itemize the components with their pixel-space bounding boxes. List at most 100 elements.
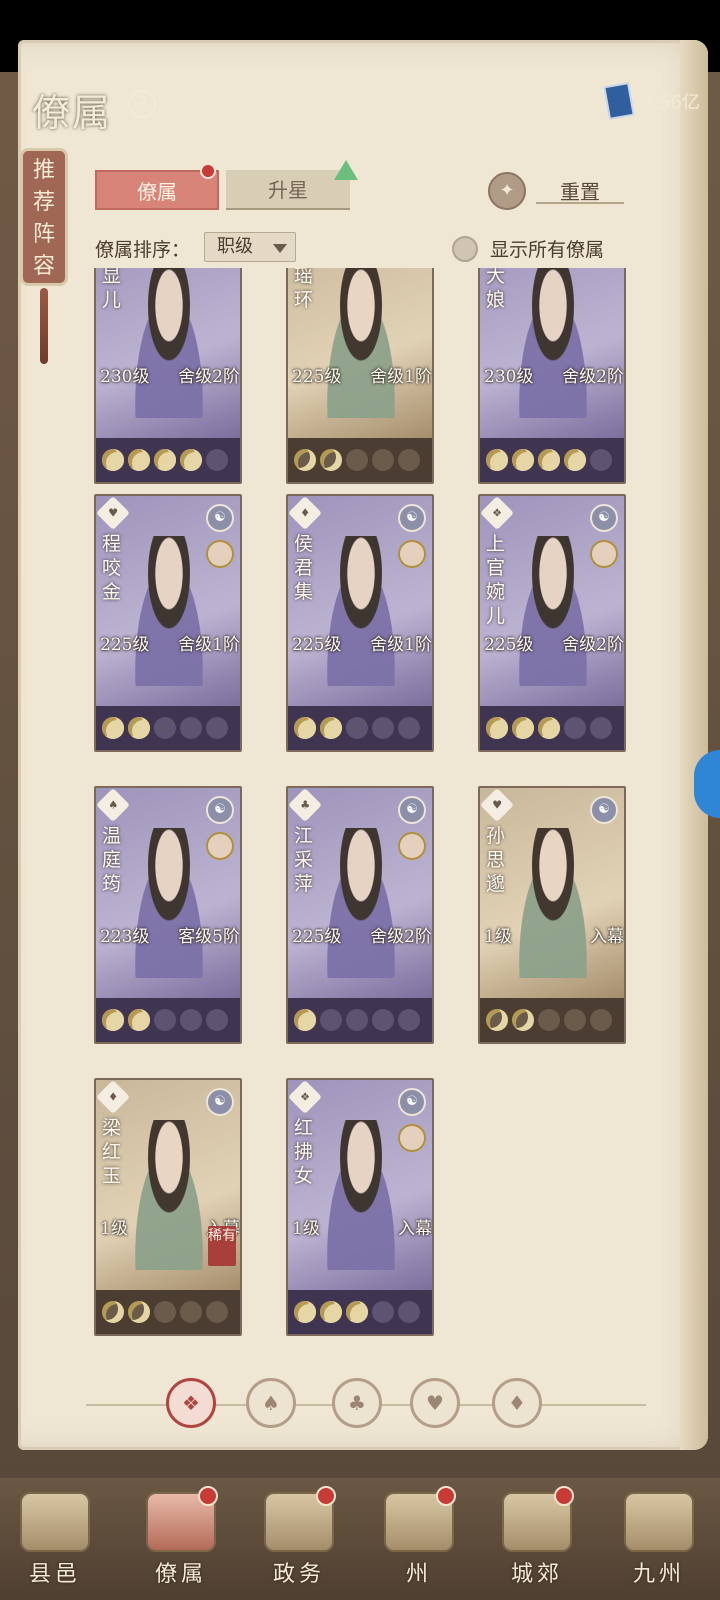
moon-star-filled-icon bbox=[346, 1301, 368, 1323]
tab-subordinates[interactable]: 僚属 bbox=[95, 170, 219, 210]
subordinate-card[interactable]: ♥ ☯ 孙思邈 1级 入幕 bbox=[478, 786, 626, 1044]
level-text: 225级 bbox=[100, 635, 150, 655]
subordinate-card[interactable]: ♥ ☯ 程咬金 225级 舍级1阶 bbox=[94, 494, 242, 752]
moon-star-filled-icon bbox=[128, 449, 150, 471]
level-text: 225级 bbox=[292, 367, 342, 387]
moon-star-filled-icon bbox=[128, 1009, 150, 1031]
page-title: 僚属 bbox=[32, 91, 113, 135]
reset-icon[interactable]: ✦ bbox=[488, 172, 526, 210]
role-emblem-icon: ☯ bbox=[206, 504, 234, 532]
moon-star-filled-icon bbox=[486, 717, 508, 739]
subordinate-card[interactable]: 瑶环 225级 舍级1阶 bbox=[286, 268, 434, 484]
nav-suburbs[interactable]: 城郊 bbox=[482, 1486, 592, 1596]
portrait-figure bbox=[510, 536, 596, 686]
subordinate-name: 程咬金 bbox=[102, 533, 122, 603]
subordinate-name: 瑶环 bbox=[294, 268, 314, 311]
portrait-figure bbox=[318, 1120, 404, 1270]
subordinate-card[interactable]: ❖ ☯ 上官婉儿 225级 舍级2阶 bbox=[478, 494, 626, 752]
moon-star-empty-icon bbox=[206, 717, 228, 739]
rank-text: 舍级2阶 bbox=[178, 367, 240, 387]
rank-text: 入幕 bbox=[590, 927, 624, 947]
subordinate-name: 江采萍 bbox=[294, 825, 314, 895]
moon-star-filled-icon bbox=[320, 449, 342, 471]
moon-star-empty-icon bbox=[372, 449, 394, 471]
moon-star-empty-icon bbox=[206, 449, 228, 471]
moon-star-filled-icon bbox=[102, 1301, 124, 1323]
filter-bell-icon[interactable]: ♠ bbox=[246, 1378, 296, 1428]
help-icon[interactable]: ? bbox=[128, 90, 156, 118]
subordinate-card[interactable]: 大娘 230级 舍级2阶 bbox=[478, 268, 626, 484]
nav-subordinates[interactable]: 僚属 bbox=[126, 1486, 236, 1596]
level-row: 1级 入幕 bbox=[292, 1214, 432, 1239]
moon-star-filled-icon bbox=[128, 717, 150, 739]
subordinate-card[interactable]: ♦ ☯ 侯君集 225级 舍级1阶 bbox=[286, 494, 434, 752]
moon-star-empty-icon bbox=[538, 1009, 560, 1031]
currency-value: 3.56亿 bbox=[641, 92, 700, 113]
subordinate-card[interactable]: ♦☯梁红玉1级入幕稀有 bbox=[94, 1078, 242, 1336]
tab-star-upgrade[interactable]: 升星 bbox=[226, 170, 350, 210]
subordinate-card[interactable]: ❖ ☯ 红拂女 1级 入幕 bbox=[286, 1078, 434, 1336]
rank-text: 舍级2阶 bbox=[562, 635, 624, 655]
star-row bbox=[288, 706, 432, 750]
nav-prefecture[interactable]: 州 bbox=[364, 1486, 474, 1596]
rank-text: 舍级2阶 bbox=[562, 367, 624, 387]
star-row bbox=[96, 998, 240, 1042]
portrait-figure bbox=[126, 828, 212, 978]
filter-fan-icon[interactable]: ♥ bbox=[410, 1378, 460, 1428]
subordinate-card[interactable]: ♣ ☯ 江采萍 225级 舍级2阶 bbox=[286, 786, 434, 1044]
moon-star-empty-icon bbox=[154, 717, 176, 739]
star-row bbox=[480, 998, 624, 1042]
reset-button[interactable]: 重置 bbox=[536, 176, 624, 204]
filter-lion-icon[interactable]: ♦ bbox=[492, 1378, 542, 1428]
companion-avatar bbox=[206, 540, 234, 568]
nav-label: 九州 bbox=[632, 1562, 685, 1587]
notification-dot bbox=[316, 1486, 336, 1506]
role-emblem-icon: ☯ bbox=[398, 796, 426, 824]
level-row: 225级 舍级2阶 bbox=[292, 922, 432, 947]
moon-star-filled-icon bbox=[512, 717, 534, 739]
level-text: 230级 bbox=[484, 367, 534, 387]
companion-avatar bbox=[398, 540, 426, 568]
show-all-checkbox[interactable] bbox=[452, 236, 478, 262]
moon-star-empty-icon bbox=[154, 1009, 176, 1031]
filter-gourd-icon[interactable]: ♣ bbox=[332, 1378, 382, 1428]
star-row bbox=[480, 438, 624, 482]
level-text: 223级 bbox=[100, 927, 150, 947]
nav-affairs[interactable]: 政务 bbox=[244, 1486, 354, 1596]
notification-dot bbox=[436, 1486, 456, 1506]
subordinate-name: 红拂女 bbox=[294, 1117, 314, 1187]
subordinate-name: 显儿 bbox=[102, 268, 122, 311]
upgrade-arrow-icon bbox=[334, 160, 358, 180]
moon-star-empty-icon bbox=[346, 717, 368, 739]
rank-text: 入幕 bbox=[398, 1219, 432, 1239]
moon-star-empty-icon bbox=[154, 1301, 176, 1323]
subordinate-card[interactable]: 显儿 230级 舍级2阶 bbox=[94, 268, 242, 484]
recommend-lineup-button[interactable]: 推荐阵容 bbox=[20, 148, 68, 286]
star-row bbox=[288, 998, 432, 1042]
nav-county[interactable]: 县邑 bbox=[0, 1486, 110, 1596]
notification-dot bbox=[554, 1486, 574, 1506]
star-row bbox=[480, 706, 624, 750]
notification-dot bbox=[198, 1486, 218, 1506]
moon-star-filled-icon bbox=[320, 1301, 342, 1323]
moon-star-filled-icon bbox=[512, 1009, 534, 1031]
category-filter-row: ❖ ♠ ♣ ♥ ♦ bbox=[86, 1376, 646, 1432]
nav-label: 县邑 bbox=[28, 1562, 81, 1587]
companion-avatar bbox=[590, 540, 618, 568]
subordinate-grid[interactable]: 显儿 230级 舍级2阶 瑶环 225级 舍级1阶 大娘 230级 舍级2阶 ♥ ☯ 程咬金 225级舍… bbox=[94, 268, 634, 1348]
filter-all-icon[interactable]: ❖ bbox=[166, 1378, 216, 1428]
companion-avatar bbox=[398, 832, 426, 860]
level-text: 1级 bbox=[100, 1219, 128, 1239]
level-text: 1级 bbox=[484, 927, 512, 947]
moon-star-empty-icon bbox=[398, 1301, 420, 1323]
nav-label: 城郊 bbox=[510, 1562, 563, 1587]
moon-star-filled-icon bbox=[154, 449, 176, 471]
subordinate-name: 大娘 bbox=[486, 268, 506, 311]
moon-star-empty-icon bbox=[372, 1301, 394, 1323]
nav-nine-provinces[interactable]: 九州 bbox=[604, 1486, 714, 1596]
portrait-figure bbox=[318, 268, 404, 418]
subordinate-card[interactable]: ♠ ☯ 温庭筠 223级 客级5阶 bbox=[94, 786, 242, 1044]
sort-dropdown[interactable]: 职级 bbox=[204, 232, 296, 262]
moon-star-empty-icon bbox=[398, 1009, 420, 1031]
moon-star-empty-icon bbox=[590, 449, 612, 471]
